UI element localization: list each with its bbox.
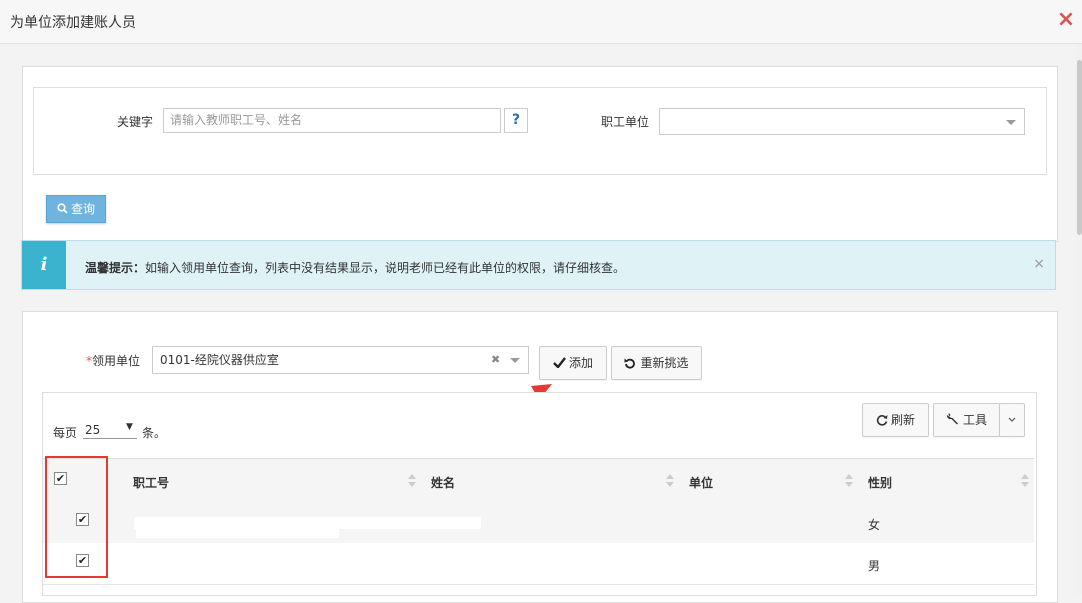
query-label: 查询 — [70, 202, 95, 216]
search-icon — [57, 203, 68, 214]
close-icon[interactable]: × — [1056, 8, 1076, 32]
redacted-cell — [134, 517, 481, 529]
reselect-button[interactable]: 重新挑选 — [611, 346, 702, 380]
dept-label-text: 领用单位 — [92, 354, 141, 368]
column-header-gender[interactable]: 性别 — [868, 474, 892, 491]
dept-select[interactable]: 0101-经院仪器供应室 ✖ — [152, 346, 529, 374]
chevron-down-icon — [1008, 417, 1016, 422]
column-header-id[interactable]: 职工号 — [133, 474, 169, 491]
scrollbar-thumb[interactable] — [1077, 60, 1082, 235]
column-header-unit[interactable]: 单位 — [689, 474, 713, 491]
clear-icon[interactable]: ✖ — [491, 347, 500, 373]
sort-icon[interactable] — [408, 474, 416, 488]
refresh-button[interactable]: 刷新 — [862, 403, 929, 437]
tools-button[interactable]: 工具 — [933, 403, 1000, 437]
cell-gender: 女 — [868, 518, 881, 532]
per-page-suffix: 条。 — [142, 426, 167, 440]
keyword-input[interactable]: 请输入教师职工号、姓名 — [163, 108, 501, 133]
help-icon[interactable]: ? — [504, 108, 528, 133]
chevron-down-icon — [510, 358, 520, 363]
add-button[interactable]: 添加 — [539, 346, 607, 380]
table-header: ✔ 职工号 姓名 单位 性别 — [43, 458, 1034, 503]
tools-label: 工具 — [962, 413, 987, 427]
alert-text: 温馨提示：如输入领用单位查询，列表中没有结果显示，说明老师已经有此单位的权限，请… — [85, 259, 625, 276]
keyword-label: 关键字 — [117, 115, 154, 129]
alert-message: 如输入领用单位查询，列表中没有结果显示，说明老师已经有此单位的权限，请仔细核查。 — [145, 261, 626, 275]
table-row[interactable]: ✔ 男 — [43, 543, 1034, 585]
unit-select[interactable] — [659, 108, 1025, 135]
dialog-title: 为单位添加建账人员 — [10, 15, 136, 31]
unit-label: 职工单位 — [601, 115, 650, 129]
check-icon — [553, 357, 566, 369]
caret-down-icon: ▼ — [126, 422, 133, 432]
tip-alert: i 温馨提示：如输入领用单位查询，列表中没有结果显示，说明老师已经有此单位的权限… — [21, 240, 1056, 290]
sort-icon[interactable] — [666, 474, 674, 488]
alert-close-icon[interactable]: × — [1033, 256, 1045, 272]
reselect-label: 重新挑选 — [640, 356, 689, 370]
refresh-label: 刷新 — [890, 413, 915, 427]
per-page-value: 25 — [85, 423, 101, 437]
undo-icon — [624, 358, 636, 369]
dept-label: *领用单位 — [86, 352, 140, 369]
add-label: 添加 — [568, 356, 593, 370]
column-header-name[interactable]: 姓名 — [431, 474, 455, 491]
sort-icon[interactable] — [1021, 474, 1029, 488]
dept-select-value: 0101-经院仪器供应室 — [160, 353, 279, 367]
sort-icon[interactable] — [845, 474, 853, 488]
per-page-prefix: 每页 — [53, 426, 78, 440]
alert-title: 温馨提示： — [85, 261, 146, 275]
redacted-cell — [136, 529, 339, 538]
refresh-icon — [876, 415, 888, 426]
dialog-titlebar: 为单位添加建账人员 × — [0, 0, 1082, 44]
tools-dropdown-button[interactable] — [999, 403, 1025, 437]
per-page-select[interactable]: 25 ▼ — [83, 422, 137, 439]
checkbox-highlight-annotation — [45, 456, 108, 578]
info-icon: i — [22, 241, 66, 289]
table-row[interactable]: ✔ 女 — [43, 502, 1034, 544]
chevron-down-icon — [1006, 120, 1016, 125]
search-panel: 关键字 请输入教师职工号、姓名 ? 职工单位 查询 — [22, 66, 1058, 242]
query-button[interactable]: 查询 — [46, 195, 106, 223]
wrench-icon — [946, 413, 958, 425]
cell-gender: 男 — [868, 559, 881, 573]
